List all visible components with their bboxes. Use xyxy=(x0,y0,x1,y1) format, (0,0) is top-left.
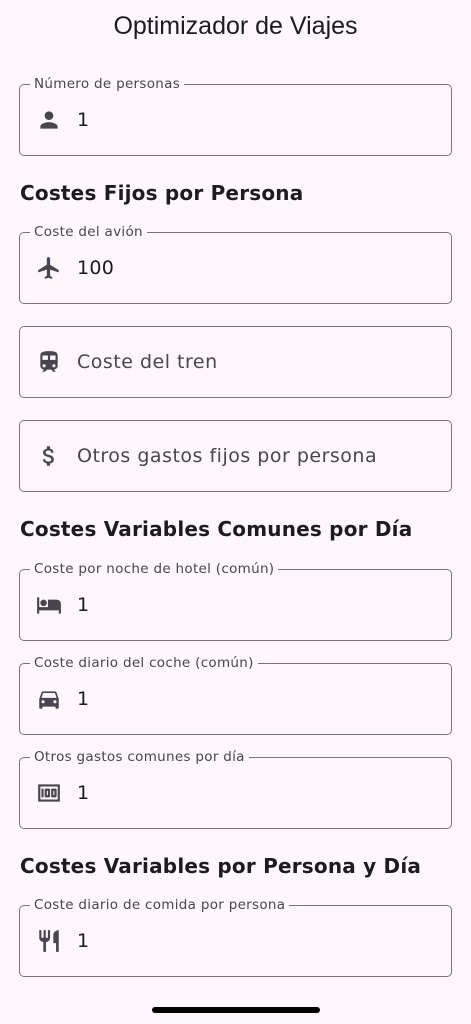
restaurant-icon xyxy=(36,928,62,954)
other-common-cost-label: Otros gastos comunes por día xyxy=(30,749,249,765)
hotel-cost-value: 1 xyxy=(77,594,90,616)
app-bar: Optimizador de Viajes xyxy=(0,0,471,56)
airplane-icon xyxy=(36,255,62,281)
food-cost-label: Coste diario de comida por persona xyxy=(30,897,290,913)
food-cost-field[interactable]: Coste diario de comida por persona 1 xyxy=(19,897,452,977)
train-cost-placeholder: Coste del tren xyxy=(77,351,218,373)
hotel-cost-field[interactable]: Coste por noche de hotel (común) 1 xyxy=(19,561,452,641)
hotel-cost-label: Coste por noche de hotel (común) xyxy=(30,561,279,577)
other-common-cost-value: 1 xyxy=(77,782,90,804)
people-label: Número de personas xyxy=(30,76,185,92)
train-icon xyxy=(36,349,62,375)
car-cost-field[interactable]: Coste diario del coche (común) 1 xyxy=(19,655,452,735)
app-title: Optimizador de Viajes xyxy=(113,11,358,40)
plane-cost-value: 100 xyxy=(77,257,115,279)
section-title-common: Costes Variables Comunes por Día xyxy=(20,517,413,541)
dollar-icon xyxy=(36,443,62,469)
section-title-per-person: Costes Variables por Persona y Día xyxy=(20,854,422,878)
other-fixed-cost-field[interactable]: Otros gastos fijos por persona xyxy=(19,420,452,492)
person-icon xyxy=(36,107,62,133)
home-indicator[interactable] xyxy=(152,1007,320,1013)
other-fixed-cost-placeholder: Otros gastos fijos por persona xyxy=(77,445,378,467)
plane-cost-label: Coste del avión xyxy=(30,224,147,240)
money-100-icon xyxy=(36,780,62,806)
car-icon xyxy=(36,686,62,712)
people-field[interactable]: Número de personas 1 xyxy=(19,76,452,156)
other-common-cost-field[interactable]: Otros gastos comunes por día 1 xyxy=(19,749,452,829)
people-value: 1 xyxy=(77,109,90,131)
food-cost-value: 1 xyxy=(77,930,90,952)
car-cost-value: 1 xyxy=(77,688,90,710)
form-scroll-area[interactable]: Número de personas 1 Costes Fijos por Pe… xyxy=(0,0,471,1024)
car-cost-label: Coste diario del coche (común) xyxy=(30,655,258,671)
hotel-bed-icon xyxy=(36,592,62,618)
train-cost-field[interactable]: Coste del tren xyxy=(19,326,452,398)
section-title-fixed: Costes Fijos por Persona xyxy=(20,181,304,205)
plane-cost-field[interactable]: Coste del avión 100 xyxy=(19,224,452,304)
